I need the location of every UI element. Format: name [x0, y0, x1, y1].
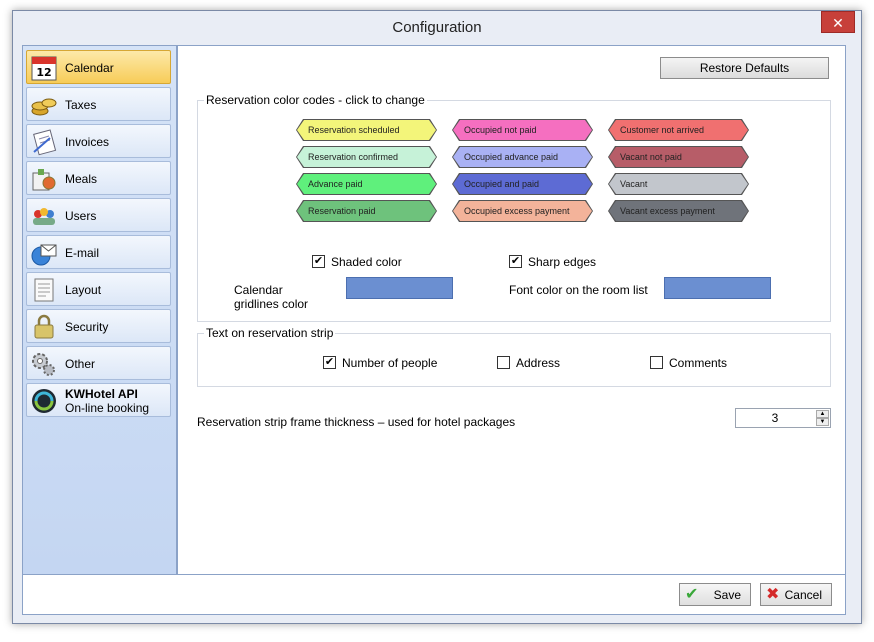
- number-of-people-label: Number of people: [342, 356, 438, 370]
- tag-occupied-advance-paid[interactable]: Occupied advance paid: [453, 147, 592, 167]
- color-codes-title: Reservation color codes - click to chang…: [204, 93, 427, 107]
- check-icon: ✔: [685, 586, 699, 603]
- restore-defaults-button[interactable]: Restore Defaults: [660, 57, 829, 79]
- coins-icon: [31, 98, 57, 116]
- tag-occupied-excess-payment[interactable]: Occupied excess payment: [453, 201, 592, 221]
- save-button[interactable]: ✔ Save: [679, 583, 751, 606]
- x-icon: ✖: [766, 586, 780, 603]
- cancel-button[interactable]: ✖ Cancel: [760, 583, 832, 606]
- frame-thickness-stepper[interactable]: 3 ▲ ▼: [735, 408, 831, 428]
- address-label: Address: [516, 356, 561, 370]
- footer-bar: ✔ Save ✖ Cancel: [22, 575, 846, 615]
- tag-vacant-excess-payment[interactable]: Vacant excess payment: [609, 201, 748, 221]
- close-button[interactable]: ✕: [821, 11, 855, 33]
- title-bar: Configuration ✕: [13, 11, 861, 45]
- cancel-label: Cancel: [784, 588, 822, 602]
- invoice-icon: [33, 129, 57, 156]
- sidebar-item-label: Meals: [65, 172, 98, 186]
- configuration-window: Configuration ✕ 12 Calendar Taxes Invoic…: [12, 10, 862, 624]
- strip-text-group: Text on reservation strip ✔ Number of pe…: [197, 326, 831, 387]
- tag-customer-not-arrived[interactable]: Customer not arrived: [609, 120, 748, 140]
- email-icon: [31, 244, 57, 266]
- sidebar-item-label: Calendar: [65, 61, 114, 75]
- sidebar-item-users[interactable]: Users: [26, 198, 171, 232]
- strip-text-title: Text on reservation strip: [204, 326, 336, 340]
- frame-thickness-label: Reservation strip frame thickness – used…: [197, 415, 516, 429]
- api-subtitle: On-line booking: [65, 401, 150, 415]
- window-title: Configuration: [392, 19, 482, 36]
- tag-vacant-not-paid[interactable]: Vacant not paid: [609, 147, 748, 167]
- stepper-up-button[interactable]: ▲: [816, 410, 829, 418]
- shaded-color-checkbox[interactable]: ✔: [312, 255, 325, 268]
- sidebar-item-calendar[interactable]: 12 Calendar: [26, 50, 171, 84]
- gridlines-color-label: Calendar gridlines color: [234, 283, 309, 311]
- sidebar-item-label: Users: [65, 209, 97, 223]
- tag-reservation-paid[interactable]: Reservation paid: [297, 201, 436, 221]
- tag-vacant[interactable]: Vacant: [609, 174, 748, 194]
- tag-occupied-not-paid[interactable]: Occupied not paid: [453, 120, 592, 140]
- sidebar-item-invoices[interactable]: Invoices: [26, 124, 171, 158]
- meals-icon: [32, 169, 56, 191]
- api-labels: KWHotel API On-line booking: [65, 387, 149, 415]
- tag-reservation-confirmed[interactable]: Reservation confirmed: [297, 147, 436, 167]
- sidebar-item-label: E-mail: [65, 246, 100, 260]
- tag-advance-paid[interactable]: Advance paid: [297, 174, 436, 194]
- sidebar-item-taxes[interactable]: Taxes: [26, 87, 171, 121]
- globe-icon: [32, 389, 56, 413]
- sidebar-item-label: Other: [65, 357, 96, 371]
- tag-reservation-scheduled[interactable]: Reservation scheduled: [297, 120, 436, 140]
- sidebar-item-security[interactable]: Security: [26, 309, 171, 343]
- color-codes-group: Reservation color codes - click to chang…: [197, 93, 831, 322]
- users-icon: [33, 208, 55, 225]
- sidebar-item-layout[interactable]: Layout: [26, 272, 171, 306]
- sidebar: 12 Calendar Taxes Invoices Meals Users E…: [22, 45, 177, 575]
- save-label: Save: [713, 588, 741, 602]
- sidebar-item-other[interactable]: Other: [26, 346, 171, 380]
- font-color-label: Font color on the room list: [509, 283, 648, 297]
- frame-thickness-value: 3: [771, 411, 779, 425]
- number-of-people-checkbox[interactable]: ✔: [323, 356, 336, 369]
- sidebar-item-label: Taxes: [65, 98, 97, 112]
- comments-checkbox[interactable]: [650, 356, 663, 369]
- sharp-edges-checkbox[interactable]: ✔: [509, 255, 522, 268]
- tag-occupied-and-paid[interactable]: Occupied and paid: [453, 174, 592, 194]
- api-title: KWHotel API: [65, 387, 138, 401]
- gridlines-color-swatch[interactable]: [346, 277, 453, 299]
- stepper-down-button[interactable]: ▼: [816, 418, 829, 426]
- calendar-icon: 12: [31, 56, 57, 81]
- sidebar-item-label: Security: [65, 320, 109, 334]
- sharp-edges-label: Sharp edges: [528, 255, 597, 269]
- sidebar-item-label: Invoices: [65, 135, 110, 149]
- sidebar-item-kwhotel-api[interactable]: KWHotel API On-line booking: [26, 383, 171, 417]
- lock-icon: [34, 314, 54, 339]
- address-checkbox[interactable]: [497, 356, 510, 369]
- comments-label: Comments: [669, 356, 728, 370]
- svg-text:12: 12: [36, 66, 51, 79]
- shaded-color-label: Shaded color: [331, 255, 402, 269]
- layout-icon: [34, 278, 54, 302]
- gears-icon: [32, 353, 55, 376]
- sidebar-item-label: Layout: [65, 283, 102, 297]
- sidebar-item-email[interactable]: E-mail: [26, 235, 171, 269]
- main-panel: Restore Defaults Reservation color codes…: [177, 45, 846, 575]
- sidebar-item-meals[interactable]: Meals: [26, 161, 171, 195]
- font-color-swatch[interactable]: [664, 277, 771, 299]
